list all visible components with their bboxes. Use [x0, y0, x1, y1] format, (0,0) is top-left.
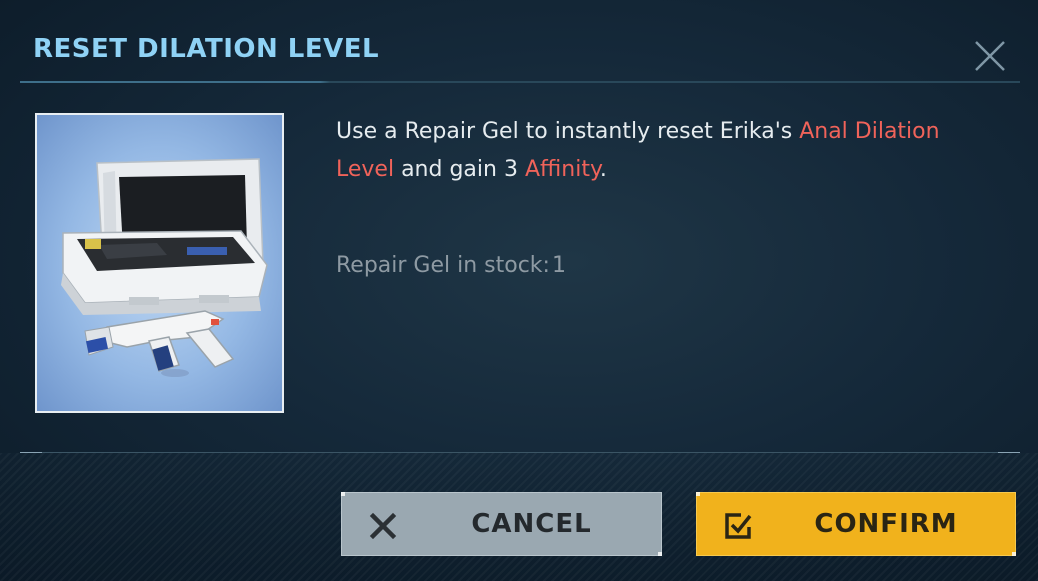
corner-accent — [696, 492, 700, 496]
repair-gel-kit-image — [61, 158, 268, 377]
stock-label: Repair Gel in stock: — [336, 253, 550, 278]
footer-divider — [20, 452, 1020, 453]
item-image — [35, 113, 284, 413]
highlight-affinity: Affinity — [524, 157, 600, 182]
description-part1: Use a Repair Gel to instantly reset Erik… — [336, 119, 800, 144]
close-button[interactable] — [970, 36, 1010, 76]
footer-divider-accent-left — [20, 452, 42, 453]
confirm-label: CONFIRM — [814, 509, 958, 539]
checkbox-icon — [723, 511, 753, 541]
title-divider — [20, 81, 1020, 83]
close-icon — [975, 41, 1005, 71]
reset-dilation-dialog: RESET DILATION LEVEL Use a Repair Gel to… — [0, 0, 1038, 581]
cancel-button[interactable]: CANCEL — [341, 492, 662, 556]
description-part2: and gain 3 — [394, 157, 525, 182]
description-part3: . — [599, 157, 607, 182]
x-icon — [368, 511, 398, 541]
corner-accent — [341, 492, 345, 496]
stock-value: 1 — [551, 253, 566, 278]
stock-info: Repair Gel in stock:1 — [336, 253, 566, 278]
footer-divider-accent-right — [998, 452, 1020, 453]
description-text: Use a Repair Gel to instantly reset Erik… — [336, 113, 996, 189]
dialog-title: RESET DILATION LEVEL — [33, 34, 380, 64]
cancel-label: CANCEL — [471, 509, 592, 539]
confirm-button[interactable]: CONFIRM — [696, 492, 1016, 556]
